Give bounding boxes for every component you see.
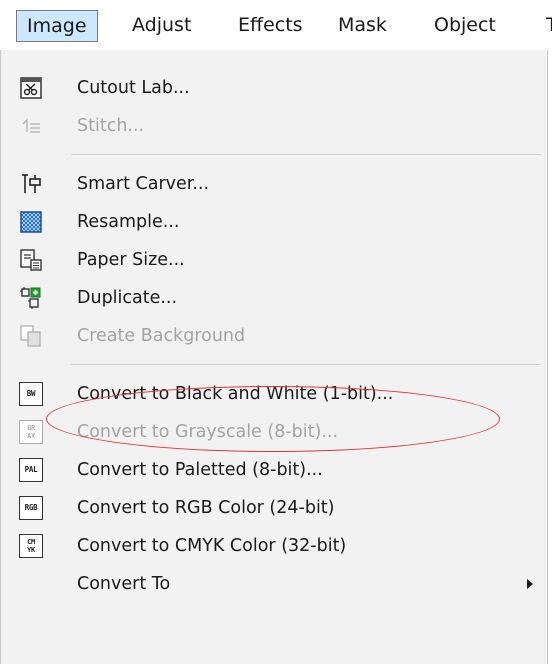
rgb-icon: RGB: [19, 496, 43, 520]
image-menu-dropdown: Cutout Lab... Stitch... Smart Carver...: [0, 50, 548, 664]
grayscale-icon: GR AY: [19, 420, 43, 444]
menu-item-create-background[interactable]: Create Background: [1, 318, 547, 354]
menu-item-convert-cmyk[interactable]: CM YK Convert to CMYK Color (32-bit): [1, 528, 547, 564]
create-background-icon: [19, 324, 43, 348]
cutout-lab-icon: [19, 76, 43, 100]
icon-text-line: YK: [27, 546, 35, 554]
paletted-icon: PAL: [19, 458, 43, 482]
menu-item-label: Smart Carver...: [77, 174, 210, 194]
menu-item-duplicate[interactable]: Duplicate...: [1, 280, 547, 316]
menu-item-smart-carver[interactable]: Smart Carver...: [1, 166, 547, 202]
menu-item-label: Cutout Lab...: [77, 78, 190, 98]
menu-separator: [71, 364, 541, 365]
menu-item-stitch[interactable]: Stitch...: [1, 108, 547, 144]
menu-adjust[interactable]: Adjust: [122, 10, 201, 42]
menu-clipped-item[interactable]: T: [546, 14, 552, 36]
menu-effects[interactable]: Effects: [228, 10, 313, 42]
duplicate-icon: [19, 286, 43, 310]
menu-item-label: Convert to Paletted (8-bit)...: [77, 460, 323, 480]
menu-item-label: Paper Size...: [77, 250, 185, 270]
menu-item-label: Convert to Grayscale (8-bit)...: [77, 422, 339, 442]
menu-item-convert-paletted[interactable]: PAL Convert to Paletted (8-bit)...: [1, 452, 547, 488]
submenu-arrow-icon: [527, 579, 533, 589]
menu-item-label: Convert to Black and White (1-bit)...: [77, 384, 394, 404]
icon-text-line: GR: [27, 424, 35, 432]
menu-item-label: Convert to CMYK Color (32-bit): [77, 536, 347, 556]
smart-carver-icon: [19, 172, 43, 196]
menu-item-convert-black-white[interactable]: BW Convert to Black and White (1-bit)...: [1, 376, 547, 412]
menu-item-convert-to[interactable]: Convert To: [1, 566, 547, 602]
menu-item-label: Duplicate...: [77, 288, 178, 308]
resample-icon: [19, 210, 43, 234]
icon-text-line: AY: [27, 432, 35, 440]
stitch-icon: [19, 114, 43, 138]
menu-item-label: Convert to RGB Color (24-bit): [77, 498, 335, 518]
menu-item-resample[interactable]: Resample...: [1, 204, 547, 240]
menu-item-convert-grayscale[interactable]: GR AY Convert to Grayscale (8-bit)...: [1, 414, 547, 450]
menu-item-label: Create Background: [77, 326, 246, 346]
menu-mask[interactable]: Mask: [328, 10, 397, 42]
paper-size-icon: [19, 248, 43, 272]
menu-item-label: Resample...: [77, 212, 180, 232]
menu-image[interactable]: Image: [16, 10, 98, 42]
black-white-icon: BW: [19, 382, 43, 406]
menu-object[interactable]: Object: [424, 10, 506, 42]
menu-item-label: Stitch...: [77, 116, 145, 136]
menu-separator: [71, 154, 541, 155]
menu-item-label: Convert To: [77, 574, 171, 594]
cmyk-icon: CM YK: [19, 534, 43, 558]
menu-item-convert-rgb[interactable]: RGB Convert to RGB Color (24-bit): [1, 490, 547, 526]
icon-text-line: CM: [27, 538, 35, 546]
menu-item-paper-size[interactable]: Paper Size...: [1, 242, 547, 278]
menu-item-cutout-lab[interactable]: Cutout Lab...: [1, 70, 547, 106]
menu-bar: Image Adjust Effects Mask Object T: [0, 0, 552, 50]
